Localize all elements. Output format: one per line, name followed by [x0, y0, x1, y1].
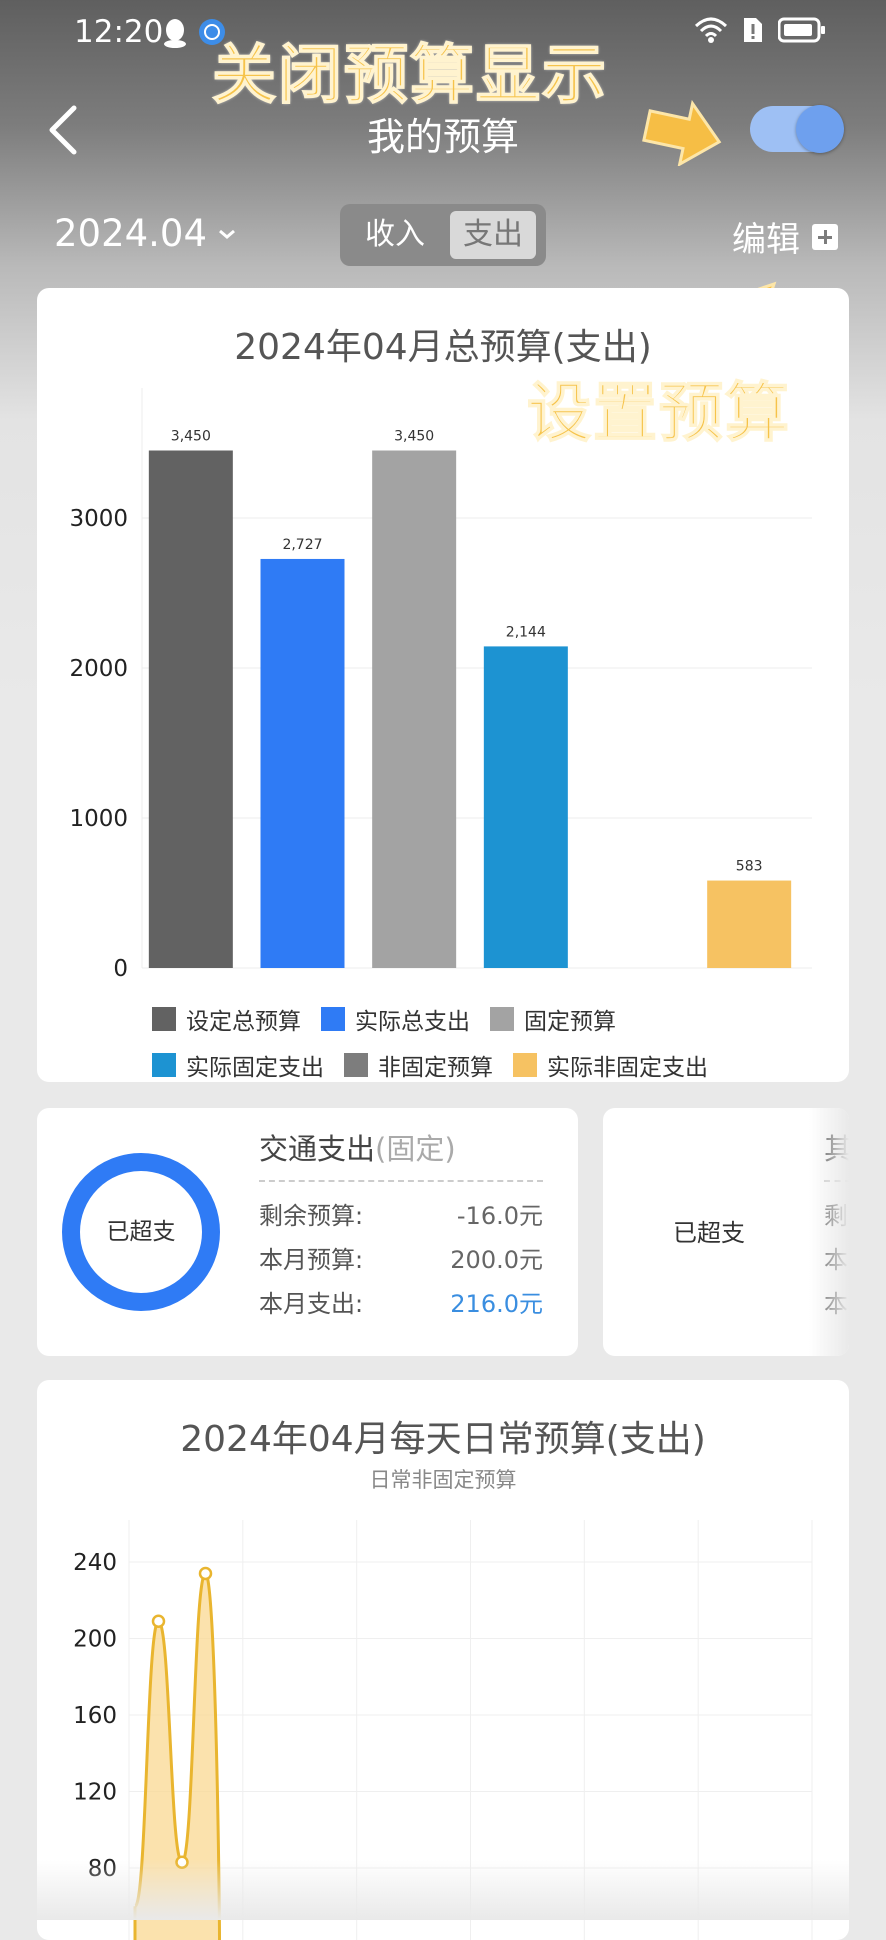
row-label: 本月预算:: [259, 1246, 364, 1274]
y-tick-label: 0: [113, 956, 128, 982]
legend-label: 实际非固定支出: [547, 1055, 708, 1081]
legend-item[interactable]: 实际固定支出: [152, 1048, 324, 1082]
legend-swatch: [152, 1053, 176, 1077]
legend-item[interactable]: 实际非固定支出: [513, 1048, 708, 1082]
legend-swatch: [321, 1007, 345, 1031]
toggle-knob: [796, 105, 844, 153]
y-tick-label: 160: [73, 1703, 117, 1729]
monthly-budget-row: 本月预算: 200.0元: [259, 1240, 543, 1275]
bar-value-label: 3,450: [171, 429, 211, 445]
annotation-arrow-toggle-icon: [640, 96, 724, 170]
y-tick-label: 200: [73, 1627, 117, 1653]
legend-swatch: [344, 1053, 368, 1077]
bar[interactable]: [148, 450, 233, 969]
edit-label: 编辑: [732, 220, 800, 260]
data-point[interactable]: [198, 1566, 213, 1581]
legend-label: 设定总预算: [186, 1009, 301, 1035]
y-tick-label: 240: [73, 1550, 117, 1576]
bar[interactable]: [483, 646, 568, 968]
category-tag: (固定): [375, 1132, 456, 1166]
row-label: 剩余预算:: [259, 1202, 364, 1230]
budget-display-toggle[interactable]: [750, 105, 844, 153]
legend-item[interactable]: 非固定预算: [344, 1048, 493, 1082]
category-title: 交通支出(固定): [259, 1126, 456, 1168]
row-value: -16.0元: [456, 1202, 543, 1230]
annotation-edit-hint: 设置预算: [526, 376, 791, 452]
bar-value-label: 583: [736, 859, 763, 875]
overspent-status: 已超支: [673, 1219, 745, 1247]
dashed-divider: [259, 1180, 543, 1182]
category-card-other[interactable]: 已超支 其 剩 本 本: [603, 1108, 849, 1356]
y-tick-label: 2000: [69, 656, 128, 682]
bar-value-label: 2,144: [506, 624, 546, 640]
plus-icon: [812, 223, 838, 250]
legend-swatch: [490, 1007, 514, 1031]
row-value: 200.0元: [450, 1246, 543, 1274]
daily-budget-card: 2024年04月每天日常预算(支出) 日常非固定预算 8012016020024…: [37, 1380, 849, 1940]
bar[interactable]: [372, 450, 457, 969]
status-time: 12:20: [74, 14, 164, 50]
bar[interactable]: [260, 558, 345, 968]
data-point[interactable]: [151, 1614, 166, 1629]
legend-swatch: [152, 1007, 176, 1031]
monthly-spending-row: 本月支出: 216.0元: [259, 1284, 543, 1319]
tab-income[interactable]: 收入: [352, 211, 438, 259]
legend-swatch: [513, 1053, 537, 1077]
legend-row: 实际固定支出 非固定预算 实际非固定支出: [152, 1042, 772, 1088]
legend-label: 实际总支出: [355, 1009, 470, 1035]
wifi-icon: [694, 16, 728, 48]
legend-item[interactable]: 实际总支出: [321, 1002, 470, 1036]
edit-button[interactable]: 编辑: [732, 212, 838, 261]
y-tick-label: 3000: [69, 506, 128, 532]
income-expense-switch[interactable]: 收入 支出: [340, 204, 546, 266]
month-picker[interactable]: 2024.04: [54, 212, 237, 255]
scroll-fade: [809, 1108, 849, 1356]
legend-label: 非固定预算: [378, 1055, 493, 1081]
bar[interactable]: [707, 880, 792, 968]
remaining-budget-row: 剩余预算: -16.0元: [259, 1196, 543, 1231]
annotation-toggle-hint: 关闭预算显示: [211, 38, 608, 114]
chevron-down-icon: [219, 229, 235, 239]
legend-label: 实际固定支出: [186, 1055, 324, 1081]
month-label: 2024.04: [54, 212, 208, 255]
row-value: 216.0元: [450, 1290, 543, 1318]
bar-value-label: 2,727: [282, 537, 322, 553]
overspent-status: 已超支: [106, 1219, 176, 1245]
y-tick-label: 1000: [69, 806, 128, 832]
chart-legend: 设定总预算 实际总支出 固定预算 实际固定支出 非固定预算 实际非固定支出: [152, 996, 772, 1088]
qq-icon: [162, 18, 188, 52]
legend-row: 设定总预算 实际总支出 固定预算: [152, 996, 772, 1042]
bottom-fade: [0, 1860, 886, 1920]
sim-alert-icon: [742, 16, 764, 48]
category-card-transport[interactable]: 已超支 交通支出(固定) 剩余预算: -16.0元 本月预算: 200.0元 本…: [37, 1108, 578, 1356]
category-name: 交通支出: [259, 1132, 376, 1166]
legend-item[interactable]: 固定预算: [490, 1002, 616, 1036]
legend-item[interactable]: 设定总预算: [152, 1002, 301, 1036]
status-icons: [694, 16, 826, 48]
battery-icon: [777, 17, 826, 47]
daily-budget-line-chart: 80120160200240: [73, 1520, 813, 1940]
y-tick-label: 120: [73, 1780, 117, 1806]
row-label: 本月支出:: [259, 1290, 364, 1318]
legend-label: 固定预算: [524, 1009, 616, 1035]
bar-value-label: 3,450: [394, 429, 434, 445]
tab-expense[interactable]: 支出: [450, 211, 536, 259]
